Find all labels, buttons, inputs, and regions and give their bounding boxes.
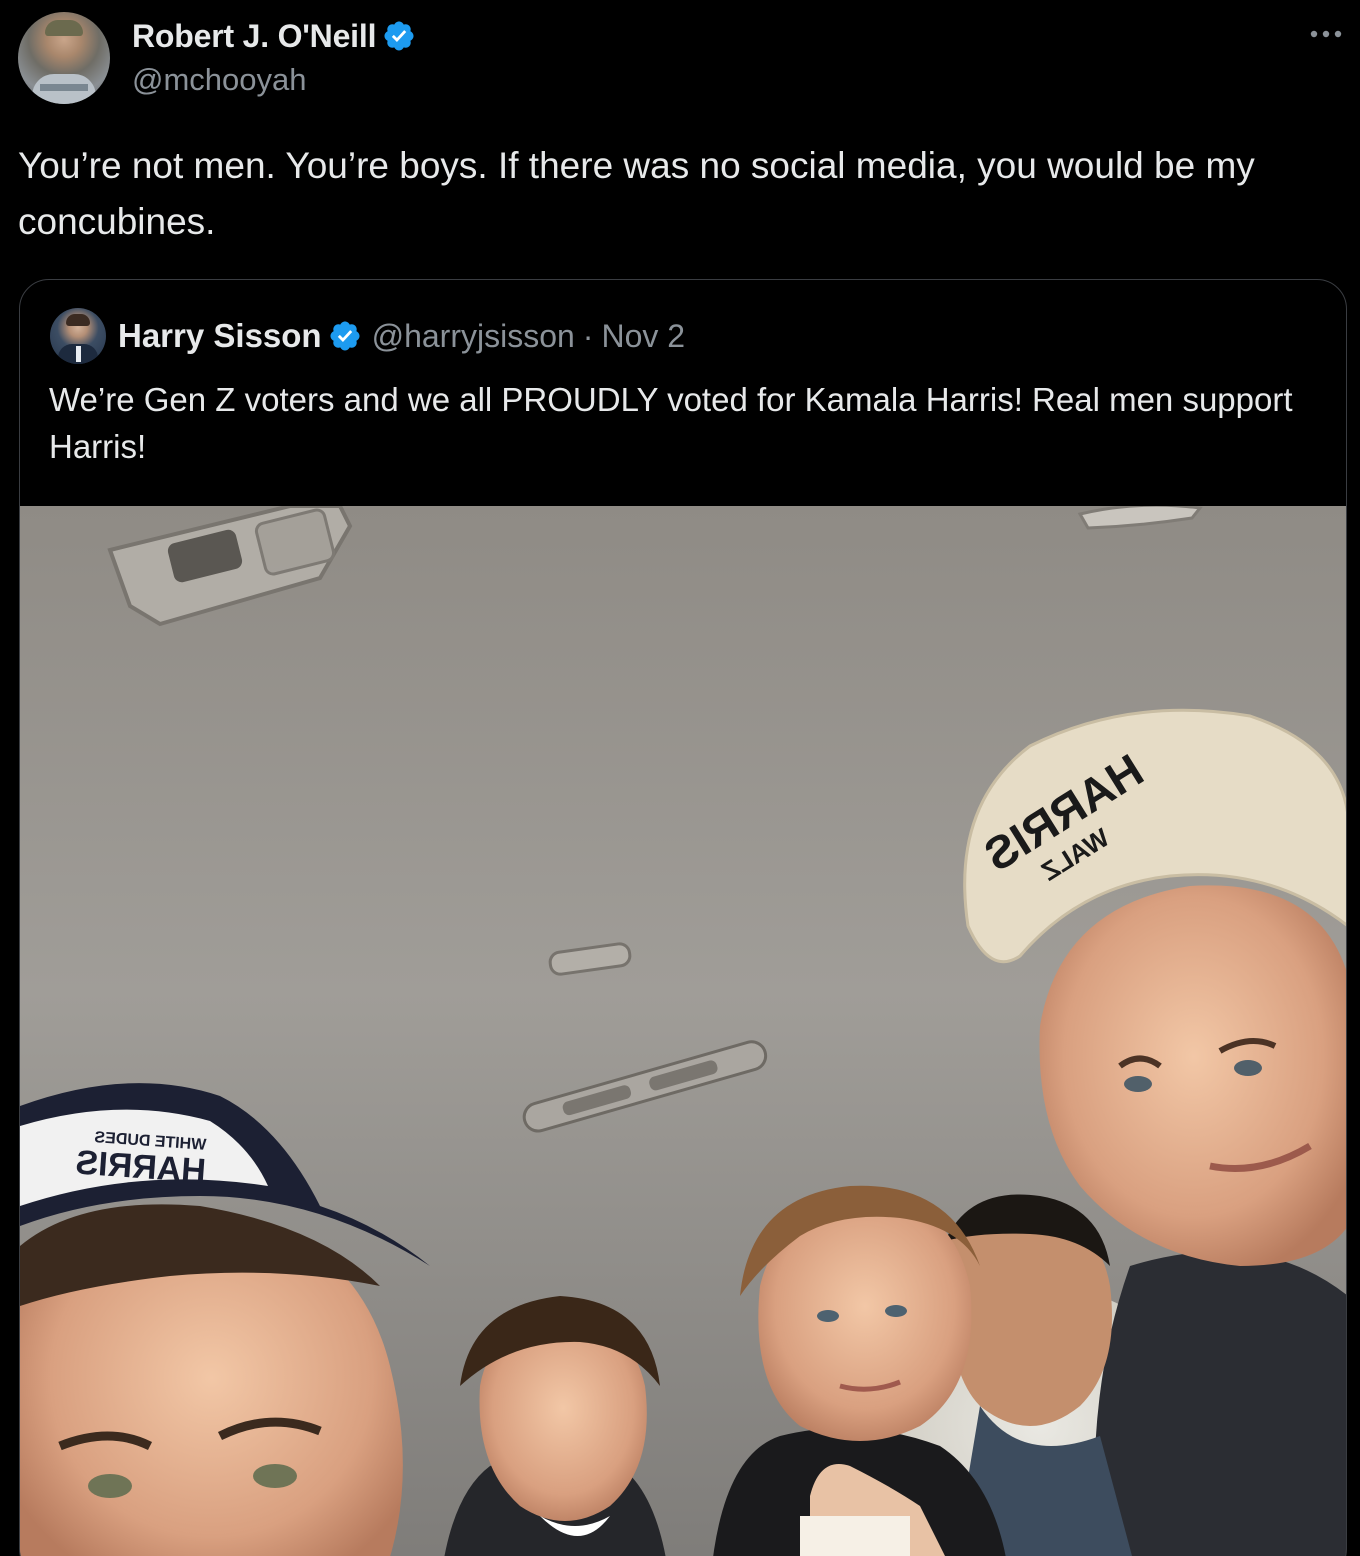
quoted-avatar-tie <box>76 346 81 362</box>
quoted-tweet-card[interactable]: Harry Sisson @harryjsisson · Nov 2 We’re… <box>19 279 1347 1556</box>
author-avatar[interactable] <box>18 12 110 104</box>
quoted-author-avatar[interactable] <box>50 308 106 364</box>
author-handle[interactable]: @mchooyah <box>132 62 307 98</box>
quoted-meta-separator: · <box>582 317 594 354</box>
author-name-row: Robert J. O'Neill <box>132 16 416 56</box>
quoted-tweet-header: Harry Sisson @harryjsisson · Nov 2 <box>50 308 685 364</box>
more-options-icon[interactable] <box>1306 24 1346 44</box>
quoted-author-handle[interactable]: @harryjsisson <box>372 318 575 355</box>
avatar-shirt-band <box>40 84 88 91</box>
quoted-tweet-photo[interactable]: HARRIS WALZ WHITE DUDES HARRIS <box>20 506 1346 1556</box>
quoted-author-display-name[interactable]: Harry Sisson <box>118 317 322 355</box>
quoted-tweet-date[interactable]: Nov 2 <box>601 318 685 355</box>
tweet-text: You’re not men. You’re boys. If there wa… <box>18 145 1255 242</box>
avatar-cap <box>45 20 83 36</box>
tweet-post: Robert J. O'Neill @mchooyah You’re not m… <box>0 0 1360 1556</box>
author-display-name[interactable]: Robert J. O'Neill <box>132 18 376 55</box>
quoted-verified-badge-icon <box>328 319 362 353</box>
quoted-avatar-hair <box>66 314 90 326</box>
quoted-tweet-text: We’re Gen Z voters and we all PROUDLY vo… <box>49 381 1293 465</box>
car-selfie-illustration: HARRIS WALZ WHITE DUDES HARRIS <box>20 506 1346 1556</box>
verified-badge-icon[interactable] <box>382 19 416 53</box>
